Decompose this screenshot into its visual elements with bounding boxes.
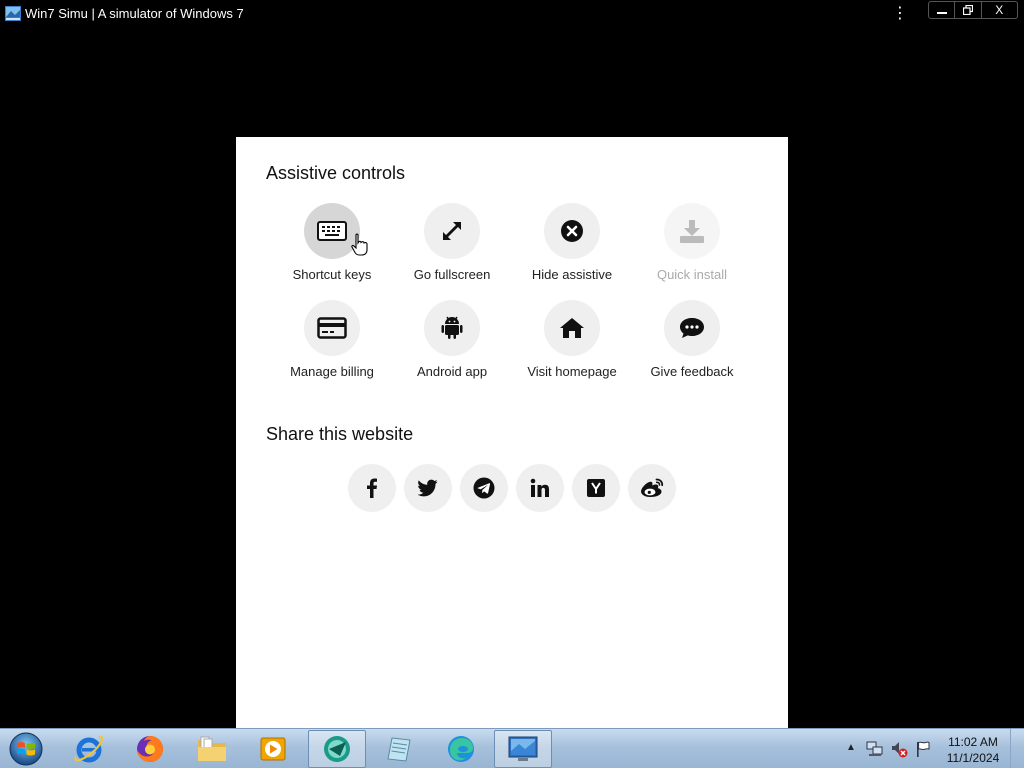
quick-install-control: Quick install [632,203,752,282]
window-title: Win7 Simu | A simulator of Windows 7 [25,6,244,21]
network-icon[interactable] [866,741,884,757]
firefox-icon [137,736,163,762]
hide-assistive-control[interactable]: Hide assistive [512,203,632,282]
assistive-controls-title: Assistive controls [266,163,406,183]
start-button[interactable] [6,731,46,767]
restore-icon [962,5,973,15]
share-website-title: Share this website [266,424,414,444]
minimize-button[interactable] [929,2,956,18]
shortcut-keys-label: Shortcut keys [292,267,372,282]
hide-assistive-label: Hide assistive [531,267,613,282]
shortcut-keys-control[interactable]: Shortcut keys [272,203,392,282]
keyboard-icon [317,221,347,241]
clock-date: 11/1/2024 [946,751,1000,765]
give-feedback-control[interactable]: Give feedback [632,300,752,379]
linkedin-icon [530,478,549,497]
visit-homepage-label: Visit homepage [527,364,617,379]
file-explorer-icon [198,736,226,761]
show-desktop-button[interactable] [1010,729,1024,768]
edge-icon [448,736,474,762]
volume-muted-icon[interactable] [890,740,908,758]
taskbar-firefox[interactable] [121,730,179,768]
clock-time: 11:02 AM [948,735,998,749]
fullscreen-arrows-icon [443,222,461,240]
taskbar: ▲ 11:02 AM 11/1/2024 [0,728,1024,768]
assistive-dialog: Assistive controls Shortcut keys Go full… [236,137,788,728]
credit-card-icon [317,317,347,339]
download-tray-icon [680,220,704,243]
win7simu-icon [324,736,350,762]
give-feedback-button[interactable] [664,300,720,356]
android-app-control[interactable]: Android app [392,300,512,379]
hide-assistive-button[interactable] [544,203,600,259]
quick-install-label: Quick install [656,267,728,282]
quick-install-button [664,203,720,259]
manage-billing-button[interactable] [304,300,360,356]
give-feedback-label: Give feedback [650,364,734,379]
go-fullscreen-label: Go fullscreen [413,267,491,282]
manage-billing-label: Manage billing [290,364,374,379]
minimize-icon [936,12,947,14]
notepad-icon [387,737,411,762]
remote-desktop-icon [508,736,538,761]
hand-pointer-cursor-icon [351,233,368,256]
share-facebook-button[interactable] [348,464,396,512]
taskbar-file-explorer[interactable] [183,730,241,768]
visit-homepage-control[interactable]: Visit homepage [512,300,632,379]
go-fullscreen-button[interactable] [424,203,480,259]
android-app-label: Android app [416,364,488,379]
go-fullscreen-control[interactable]: Go fullscreen [392,203,512,282]
internet-explorer-icon [74,735,104,763]
close-button[interactable]: X [982,2,1017,18]
taskbar-media-player[interactable] [244,730,302,768]
weibo-icon [641,478,664,497]
taskbar-internet-explorer[interactable] [60,730,118,768]
share-buttons-row [348,464,676,512]
manage-billing-control[interactable]: Manage billing [272,300,392,379]
close-label: X [995,3,1004,17]
share-linkedin-button[interactable] [516,464,564,512]
more-options-icon[interactable]: ⋮ [890,4,910,24]
android-app-button[interactable] [424,300,480,356]
share-twitter-button[interactable] [404,464,452,512]
chat-bubble-icon [680,318,704,338]
visit-homepage-button[interactable] [544,300,600,356]
taskbar-clock[interactable]: 11:02 AM 11/1/2024 [928,734,1018,766]
taskbar-edge[interactable] [432,730,490,768]
title-bar: Win7 Simu | A simulator of Windows 7 ⋮ X [0,0,1024,26]
taskbar-notepad[interactable] [370,730,428,768]
share-telegram-button[interactable] [460,464,508,512]
home-icon [560,318,584,338]
share-weibo-button[interactable] [628,464,676,512]
share-ycombinator-button[interactable] [572,464,620,512]
twitter-icon [418,479,438,497]
close-circle-icon [561,220,583,242]
telegram-icon [473,477,495,499]
window-controls: X [928,1,1018,19]
media-player-icon [260,737,286,761]
win7simu-app-icon [5,6,21,21]
taskbar-win7simu[interactable] [308,730,366,768]
android-icon [441,316,463,339]
facebook-icon [367,478,377,498]
restore-button[interactable] [955,2,982,18]
ycombinator-icon [587,479,605,497]
windows-start-orb-icon [9,732,43,766]
show-hidden-icons-arrow[interactable]: ▲ [846,742,856,753]
taskbar-remote-desktop[interactable] [494,730,552,768]
